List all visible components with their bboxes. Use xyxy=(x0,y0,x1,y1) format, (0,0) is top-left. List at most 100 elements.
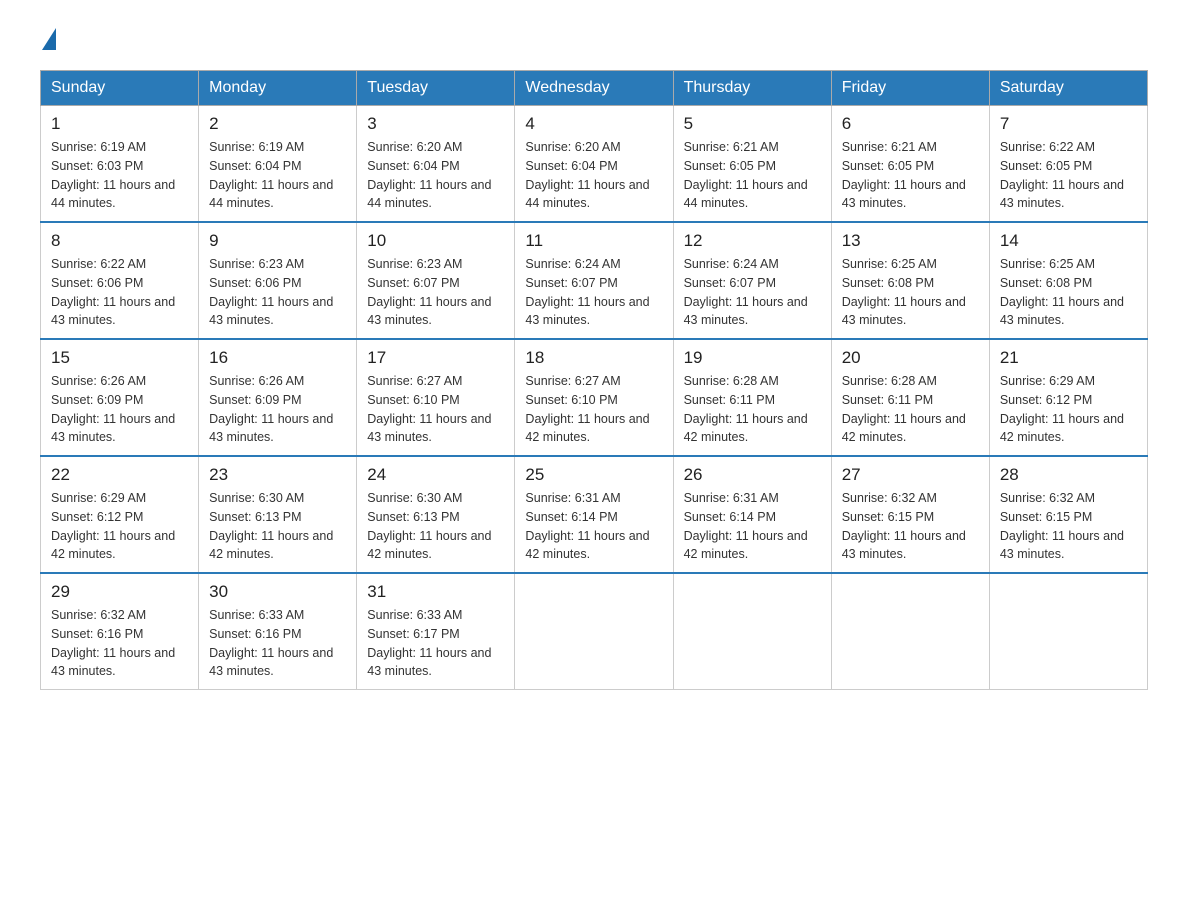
day-info: Sunrise: 6:22 AMSunset: 6:06 PMDaylight:… xyxy=(51,255,188,330)
day-of-week-header: Sunday xyxy=(41,71,199,106)
calendar-cell: 4 Sunrise: 6:20 AMSunset: 6:04 PMDayligh… xyxy=(515,106,673,223)
day-number: 11 xyxy=(525,231,662,251)
calendar-cell: 25 Sunrise: 6:31 AMSunset: 6:14 PMDaylig… xyxy=(515,456,673,573)
day-info: Sunrise: 6:32 AMSunset: 6:15 PMDaylight:… xyxy=(1000,489,1137,564)
calendar-week-row: 1 Sunrise: 6:19 AMSunset: 6:03 PMDayligh… xyxy=(41,106,1148,223)
day-number: 30 xyxy=(209,582,346,602)
day-number: 20 xyxy=(842,348,979,368)
day-number: 21 xyxy=(1000,348,1137,368)
day-info: Sunrise: 6:26 AMSunset: 6:09 PMDaylight:… xyxy=(51,372,188,447)
calendar-cell: 24 Sunrise: 6:30 AMSunset: 6:13 PMDaylig… xyxy=(357,456,515,573)
day-info: Sunrise: 6:31 AMSunset: 6:14 PMDaylight:… xyxy=(525,489,662,564)
calendar-cell: 3 Sunrise: 6:20 AMSunset: 6:04 PMDayligh… xyxy=(357,106,515,223)
day-number: 14 xyxy=(1000,231,1137,251)
day-info: Sunrise: 6:19 AMSunset: 6:04 PMDaylight:… xyxy=(209,138,346,213)
calendar-cell: 15 Sunrise: 6:26 AMSunset: 6:09 PMDaylig… xyxy=(41,339,199,456)
day-number: 1 xyxy=(51,114,188,134)
calendar-cell: 5 Sunrise: 6:21 AMSunset: 6:05 PMDayligh… xyxy=(673,106,831,223)
calendar-cell: 16 Sunrise: 6:26 AMSunset: 6:09 PMDaylig… xyxy=(199,339,357,456)
calendar-cell: 12 Sunrise: 6:24 AMSunset: 6:07 PMDaylig… xyxy=(673,222,831,339)
calendar-cell: 9 Sunrise: 6:23 AMSunset: 6:06 PMDayligh… xyxy=(199,222,357,339)
calendar-week-row: 22 Sunrise: 6:29 AMSunset: 6:12 PMDaylig… xyxy=(41,456,1148,573)
day-info: Sunrise: 6:28 AMSunset: 6:11 PMDaylight:… xyxy=(684,372,821,447)
calendar-cell xyxy=(989,573,1147,690)
day-info: Sunrise: 6:21 AMSunset: 6:05 PMDaylight:… xyxy=(842,138,979,213)
day-number: 5 xyxy=(684,114,821,134)
calendar-cell: 10 Sunrise: 6:23 AMSunset: 6:07 PMDaylig… xyxy=(357,222,515,339)
calendar-cell: 18 Sunrise: 6:27 AMSunset: 6:10 PMDaylig… xyxy=(515,339,673,456)
calendar-cell: 1 Sunrise: 6:19 AMSunset: 6:03 PMDayligh… xyxy=(41,106,199,223)
day-info: Sunrise: 6:33 AMSunset: 6:16 PMDaylight:… xyxy=(209,606,346,681)
day-info: Sunrise: 6:23 AMSunset: 6:06 PMDaylight:… xyxy=(209,255,346,330)
day-number: 23 xyxy=(209,465,346,485)
calendar-cell xyxy=(673,573,831,690)
calendar-cell: 7 Sunrise: 6:22 AMSunset: 6:05 PMDayligh… xyxy=(989,106,1147,223)
day-info: Sunrise: 6:26 AMSunset: 6:09 PMDaylight:… xyxy=(209,372,346,447)
day-number: 6 xyxy=(842,114,979,134)
calendar-cell xyxy=(831,573,989,690)
logo-triangle-icon xyxy=(42,28,56,50)
calendar-cell: 27 Sunrise: 6:32 AMSunset: 6:15 PMDaylig… xyxy=(831,456,989,573)
day-info: Sunrise: 6:32 AMSunset: 6:15 PMDaylight:… xyxy=(842,489,979,564)
day-number: 26 xyxy=(684,465,821,485)
day-number: 4 xyxy=(525,114,662,134)
day-number: 15 xyxy=(51,348,188,368)
day-number: 3 xyxy=(367,114,504,134)
day-info: Sunrise: 6:25 AMSunset: 6:08 PMDaylight:… xyxy=(1000,255,1137,330)
day-number: 24 xyxy=(367,465,504,485)
day-info: Sunrise: 6:27 AMSunset: 6:10 PMDaylight:… xyxy=(525,372,662,447)
day-info: Sunrise: 6:27 AMSunset: 6:10 PMDaylight:… xyxy=(367,372,504,447)
calendar-cell xyxy=(515,573,673,690)
day-number: 2 xyxy=(209,114,346,134)
day-info: Sunrise: 6:32 AMSunset: 6:16 PMDaylight:… xyxy=(51,606,188,681)
calendar-week-row: 29 Sunrise: 6:32 AMSunset: 6:16 PMDaylig… xyxy=(41,573,1148,690)
day-number: 28 xyxy=(1000,465,1137,485)
day-info: Sunrise: 6:30 AMSunset: 6:13 PMDaylight:… xyxy=(209,489,346,564)
day-of-week-header: Wednesday xyxy=(515,71,673,106)
day-info: Sunrise: 6:24 AMSunset: 6:07 PMDaylight:… xyxy=(684,255,821,330)
day-number: 25 xyxy=(525,465,662,485)
calendar-week-row: 15 Sunrise: 6:26 AMSunset: 6:09 PMDaylig… xyxy=(41,339,1148,456)
page-header xyxy=(40,30,1148,50)
day-info: Sunrise: 6:29 AMSunset: 6:12 PMDaylight:… xyxy=(51,489,188,564)
day-number: 7 xyxy=(1000,114,1137,134)
day-number: 12 xyxy=(684,231,821,251)
calendar-cell: 8 Sunrise: 6:22 AMSunset: 6:06 PMDayligh… xyxy=(41,222,199,339)
day-number: 18 xyxy=(525,348,662,368)
calendar-cell: 26 Sunrise: 6:31 AMSunset: 6:14 PMDaylig… xyxy=(673,456,831,573)
day-number: 19 xyxy=(684,348,821,368)
calendar-cell: 23 Sunrise: 6:30 AMSunset: 6:13 PMDaylig… xyxy=(199,456,357,573)
day-info: Sunrise: 6:25 AMSunset: 6:08 PMDaylight:… xyxy=(842,255,979,330)
day-number: 29 xyxy=(51,582,188,602)
day-info: Sunrise: 6:23 AMSunset: 6:07 PMDaylight:… xyxy=(367,255,504,330)
day-of-week-header: Thursday xyxy=(673,71,831,106)
calendar-cell: 21 Sunrise: 6:29 AMSunset: 6:12 PMDaylig… xyxy=(989,339,1147,456)
day-info: Sunrise: 6:33 AMSunset: 6:17 PMDaylight:… xyxy=(367,606,504,681)
day-of-week-header: Friday xyxy=(831,71,989,106)
calendar-cell: 29 Sunrise: 6:32 AMSunset: 6:16 PMDaylig… xyxy=(41,573,199,690)
day-number: 16 xyxy=(209,348,346,368)
day-info: Sunrise: 6:21 AMSunset: 6:05 PMDaylight:… xyxy=(684,138,821,213)
day-number: 10 xyxy=(367,231,504,251)
calendar-cell: 30 Sunrise: 6:33 AMSunset: 6:16 PMDaylig… xyxy=(199,573,357,690)
calendar-week-row: 8 Sunrise: 6:22 AMSunset: 6:06 PMDayligh… xyxy=(41,222,1148,339)
day-number: 8 xyxy=(51,231,188,251)
day-number: 13 xyxy=(842,231,979,251)
calendar-cell: 20 Sunrise: 6:28 AMSunset: 6:11 PMDaylig… xyxy=(831,339,989,456)
calendar-cell: 13 Sunrise: 6:25 AMSunset: 6:08 PMDaylig… xyxy=(831,222,989,339)
day-info: Sunrise: 6:28 AMSunset: 6:11 PMDaylight:… xyxy=(842,372,979,447)
day-info: Sunrise: 6:24 AMSunset: 6:07 PMDaylight:… xyxy=(525,255,662,330)
day-info: Sunrise: 6:22 AMSunset: 6:05 PMDaylight:… xyxy=(1000,138,1137,213)
day-info: Sunrise: 6:20 AMSunset: 6:04 PMDaylight:… xyxy=(367,138,504,213)
day-number: 27 xyxy=(842,465,979,485)
day-of-week-header: Monday xyxy=(199,71,357,106)
day-info: Sunrise: 6:30 AMSunset: 6:13 PMDaylight:… xyxy=(367,489,504,564)
day-number: 22 xyxy=(51,465,188,485)
calendar-cell: 6 Sunrise: 6:21 AMSunset: 6:05 PMDayligh… xyxy=(831,106,989,223)
day-number: 9 xyxy=(209,231,346,251)
day-of-week-header: Tuesday xyxy=(357,71,515,106)
logo xyxy=(40,30,56,50)
day-info: Sunrise: 6:20 AMSunset: 6:04 PMDaylight:… xyxy=(525,138,662,213)
calendar-cell: 22 Sunrise: 6:29 AMSunset: 6:12 PMDaylig… xyxy=(41,456,199,573)
calendar-cell: 11 Sunrise: 6:24 AMSunset: 6:07 PMDaylig… xyxy=(515,222,673,339)
